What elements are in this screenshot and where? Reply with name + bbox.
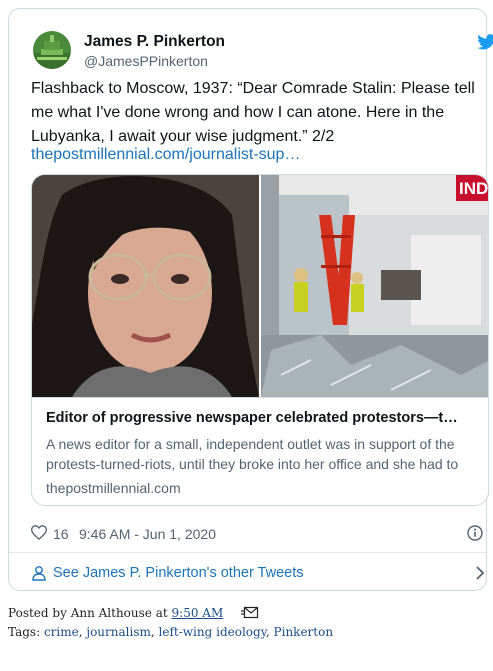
card-title[interactable]: Editor of progressive newspaper celebrat… bbox=[46, 410, 476, 426]
tweet-text-line: me what I've done wrong and how I can at… bbox=[31, 104, 445, 121]
posted-at-word: at bbox=[155, 606, 168, 620]
author-name[interactable]: James P. Pinkerton bbox=[84, 33, 225, 51]
post-author: Ann Althouse bbox=[70, 606, 152, 620]
tags-label: Tags: bbox=[8, 625, 41, 639]
like-count: 16 bbox=[53, 526, 69, 542]
card-description: A news editor for a small, independent o… bbox=[46, 436, 459, 472]
see-more-tweets-link[interactable]: See James P. Pinkerton's other Tweets bbox=[31, 563, 486, 585]
posted-by-prefix: Posted by bbox=[8, 606, 67, 620]
author-handle[interactable]: @JamesPPinkerton bbox=[84, 53, 208, 69]
tweet-text-line: Flashback to Moscow, 1937: “Dear Comrade… bbox=[31, 80, 475, 97]
tweet-meta-row: 16 9:46 AM - Jun 1, 2020 bbox=[30, 522, 483, 546]
chevron-right-icon[interactable] bbox=[475, 566, 485, 580]
link-preview-card[interactable]: IND Editor of progressive newspaper cele… bbox=[31, 174, 489, 506]
divider bbox=[9, 552, 486, 553]
posted-by-row: Posted by Ann Althouse at 9:50 AM bbox=[8, 604, 333, 623]
tag-link[interactable]: journalism bbox=[86, 625, 151, 639]
tweet-timestamp[interactable]: 9:46 AM - Jun 1, 2020 bbox=[79, 526, 216, 542]
tag-link[interactable]: crime bbox=[44, 625, 79, 639]
tags-row: Tags: crime, journalism, left-wing ideol… bbox=[8, 625, 334, 639]
tweet-link[interactable]: thepostmillennial.com/journalist-sup… bbox=[31, 143, 300, 167]
twitter-bird-icon[interactable] bbox=[477, 34, 493, 50]
card-images: IND bbox=[32, 175, 488, 397]
card-photo-damaged-office: IND bbox=[261, 175, 488, 397]
heart-icon[interactable] bbox=[30, 525, 48, 541]
author-avatar[interactable] bbox=[33, 31, 71, 69]
tweet-text: Flashback to Moscow, 1937: “Dear Comrade… bbox=[31, 77, 476, 149]
tag-link[interactable]: left-wing ideology bbox=[159, 625, 266, 639]
card-domain: thepostmillennial.com bbox=[46, 480, 181, 496]
card-photo-portrait bbox=[32, 175, 259, 397]
see-more-label[interactable]: See James P. Pinkerton's other Tweets bbox=[53, 565, 303, 581]
embedded-tweet: James P. Pinkerton @JamesPPinkerton Flas… bbox=[8, 8, 493, 591]
email-post-icon[interactable] bbox=[241, 606, 259, 619]
card-body: Editor of progressive newspaper celebrat… bbox=[32, 397, 488, 505]
post-time-link[interactable]: 9:50 AM bbox=[172, 606, 224, 620]
svg-text:IND: IND bbox=[459, 179, 488, 198]
person-icon bbox=[31, 565, 47, 581]
tag-link[interactable]: Pinkerton bbox=[274, 625, 334, 639]
post-footer: Posted by Ann Althouse at 9:50 AM Tags: … bbox=[8, 604, 333, 642]
info-icon[interactable] bbox=[467, 525, 483, 541]
